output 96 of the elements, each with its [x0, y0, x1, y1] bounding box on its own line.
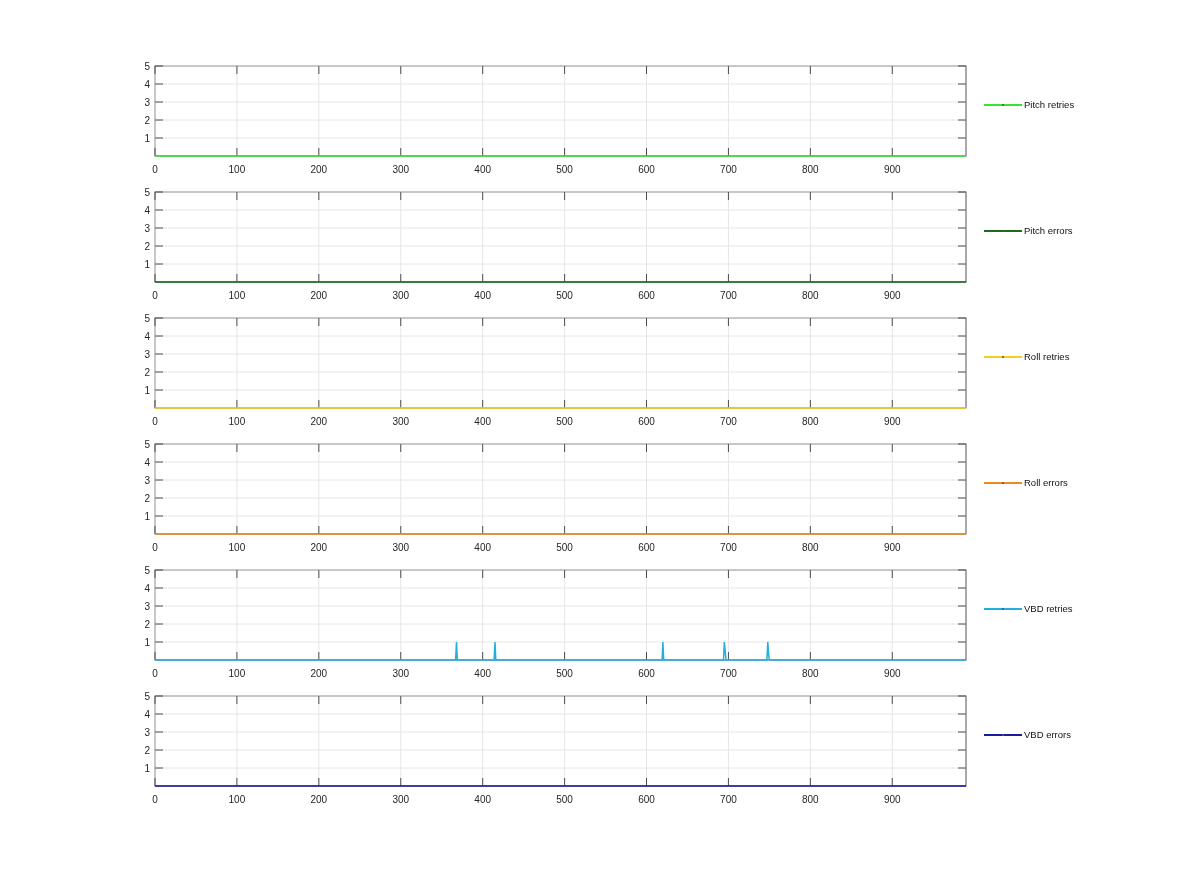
x-tick-label: 900	[883, 164, 901, 175]
x-tick-label: 100	[228, 668, 246, 679]
x-tick-label: 0	[152, 416, 158, 427]
x-tick-label: 900	[883, 668, 901, 679]
x-tick-label: 800	[802, 290, 819, 301]
y-tick-label: 3	[144, 349, 150, 360]
y-tick-label: 1	[144, 637, 150, 648]
x-tick-label: 800	[802, 164, 819, 175]
x-tick-label: 700	[720, 416, 737, 427]
x-tick-label: 700	[720, 542, 737, 553]
y-tick-label: 5	[144, 691, 150, 702]
x-tick-label: 100	[228, 794, 246, 805]
y-tick-label: 2	[144, 493, 150, 504]
x-tick-label: 0	[152, 668, 158, 679]
y-tick-label: 2	[144, 115, 150, 126]
x-tick-label: 300	[392, 164, 410, 175]
y-tick-label: 5	[144, 439, 150, 450]
y-tick-label: 1	[144, 763, 150, 774]
x-tick-label: 100	[228, 164, 246, 175]
y-tick-label: 4	[144, 79, 150, 90]
y-tick-label: 1	[144, 259, 150, 270]
x-tick-label: 500	[556, 542, 573, 553]
x-tick-label: 800	[802, 668, 819, 679]
y-tick-label: 3	[144, 97, 150, 108]
x-tick-label: 500	[556, 290, 573, 301]
legend-label: VBD retries	[1024, 603, 1073, 614]
x-tick-label: 0	[152, 794, 158, 805]
x-tick-label: 600	[638, 794, 655, 805]
x-tick-label: 400	[474, 290, 491, 301]
y-tick-label: 2	[144, 367, 150, 378]
y-tick-label: 4	[144, 457, 150, 468]
x-tick-label: 900	[883, 542, 901, 553]
legend-label: Roll retries	[1024, 351, 1070, 362]
legend-label: VBD errors	[1024, 729, 1071, 740]
y-tick-label: 1	[144, 511, 150, 522]
y-tick-label: 3	[144, 601, 150, 612]
x-tick-label: 200	[310, 668, 328, 679]
x-tick-label: 800	[802, 542, 819, 553]
x-tick-label: 400	[474, 794, 491, 805]
x-tick-label: 800	[802, 416, 819, 427]
x-tick-label: 0	[152, 164, 158, 175]
x-tick-label: 500	[556, 164, 573, 175]
y-tick-label: 5	[144, 61, 150, 72]
x-tick-label: 700	[720, 794, 737, 805]
y-tick-label: 4	[144, 331, 150, 342]
x-tick-label: 700	[720, 290, 737, 301]
x-tick-label: 900	[883, 416, 901, 427]
y-tick-label: 2	[144, 241, 150, 252]
x-tick-label: 200	[310, 542, 328, 553]
y-tick-label: 3	[144, 727, 150, 738]
x-tick-label: 300	[392, 794, 410, 805]
y-tick-label: 5	[144, 313, 150, 324]
y-tick-label: 3	[144, 475, 150, 486]
x-tick-label: 300	[392, 416, 410, 427]
legend-label: Roll errors	[1024, 477, 1068, 488]
x-tick-label: 200	[310, 416, 328, 427]
x-tick-label: 400	[474, 542, 491, 553]
x-tick-label: 200	[310, 794, 328, 805]
x-tick-label: 500	[556, 416, 573, 427]
x-tick-label: 800	[802, 794, 819, 805]
y-tick-label: 4	[144, 583, 150, 594]
x-tick-label: 200	[310, 290, 328, 301]
x-tick-label: 400	[474, 416, 491, 427]
x-tick-label: 300	[392, 668, 410, 679]
x-tick-label: 200	[310, 164, 328, 175]
y-tick-label: 5	[144, 187, 150, 198]
legend-label: Pitch retries	[1024, 99, 1075, 110]
x-tick-label: 600	[638, 290, 655, 301]
x-tick-label: 600	[638, 416, 655, 427]
y-tick-label: 1	[144, 133, 150, 144]
x-tick-label: 700	[720, 164, 737, 175]
y-tick-label: 1	[144, 385, 150, 396]
x-tick-label: 0	[152, 290, 158, 301]
legend-label: Pitch errors	[1024, 225, 1073, 236]
x-tick-label: 100	[228, 290, 246, 301]
y-tick-label: 4	[144, 205, 150, 216]
x-tick-label: 100	[228, 416, 246, 427]
x-tick-label: 0	[152, 542, 158, 553]
y-tick-label: 4	[144, 709, 150, 720]
x-tick-label: 900	[883, 290, 901, 301]
y-tick-label: 3	[144, 223, 150, 234]
x-tick-label: 300	[392, 542, 410, 553]
x-tick-label: 900	[883, 794, 901, 805]
x-tick-label: 500	[556, 794, 573, 805]
x-tick-label: 700	[720, 668, 737, 679]
y-tick-label: 5	[144, 565, 150, 576]
y-tick-label: 2	[144, 745, 150, 756]
x-tick-label: 600	[638, 542, 655, 553]
x-tick-label: 100	[228, 542, 246, 553]
x-tick-label: 600	[638, 668, 655, 679]
x-tick-label: 300	[392, 290, 410, 301]
x-tick-label: 600	[638, 164, 655, 175]
y-tick-label: 2	[144, 619, 150, 630]
x-tick-label: 500	[556, 668, 573, 679]
x-tick-label: 400	[474, 668, 491, 679]
x-tick-label: 400	[474, 164, 491, 175]
